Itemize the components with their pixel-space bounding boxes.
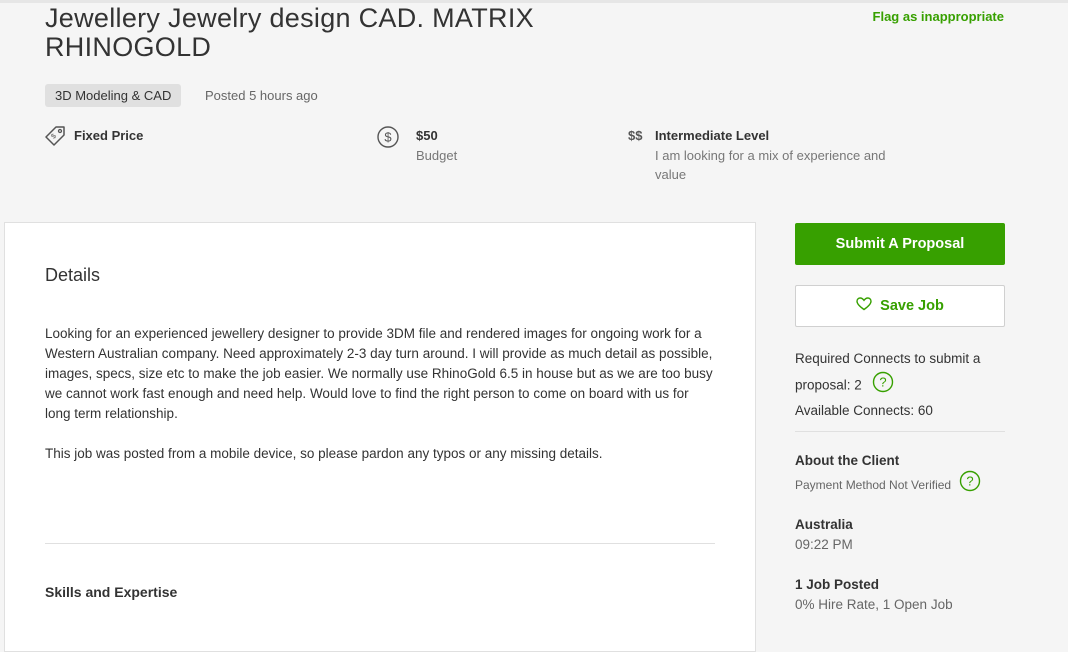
- experience-level-icon: $$: [628, 128, 643, 143]
- sidebar-divider: [795, 431, 1005, 432]
- save-job-label: Save Job: [880, 298, 944, 314]
- price-type: Fixed Price: [74, 128, 144, 143]
- svg-text:?: ?: [966, 474, 973, 489]
- budget-value: $50: [416, 128, 438, 143]
- details-divider: [45, 543, 715, 544]
- category-badge[interactable]: 3D Modeling & CAD: [45, 84, 182, 107]
- save-job-button[interactable]: Save Job: [795, 285, 1005, 327]
- help-icon[interactable]: ?: [872, 371, 894, 401]
- flag-inappropriate-link[interactable]: Flag as inappropriate: [873, 9, 1004, 24]
- mobile-note: This job was posted from a mobile device…: [45, 446, 603, 461]
- experience-level-description: I am looking for a mix of experience and…: [655, 148, 886, 182]
- client-hire-rate: 0% Hire Rate, 1 Open Job: [795, 597, 953, 612]
- details-card: Details Looking for an experienced jewel…: [4, 222, 756, 652]
- heart-icon: [856, 297, 872, 315]
- payment-status: Payment Method Not Verified ?: [795, 470, 981, 495]
- svg-text:$: $: [384, 130, 392, 145]
- about-client-heading: About the Client: [795, 453, 900, 468]
- experience-level: Intermediate Level: [655, 128, 770, 143]
- skills-heading: Skills and Expertise: [45, 584, 178, 600]
- client-jobs-posted: 1 Job Posted: [795, 577, 880, 592]
- job-title: Jewellery Jewelry design CAD. MATRIX RHI…: [45, 3, 534, 62]
- client-country: Australia: [795, 517, 853, 532]
- price-tag-icon: $: [44, 125, 66, 152]
- svg-text:?: ?: [879, 375, 886, 390]
- job-description: Looking for an experienced jewellery des…: [45, 326, 713, 421]
- job-header: Jewellery Jewelry design CAD. MATRIX RHI…: [0, 0, 1068, 222]
- connects-info: Required Connects to submit a proposal: …: [795, 347, 1005, 421]
- budget-label: Budget: [416, 148, 458, 163]
- submit-proposal-button[interactable]: Submit A Proposal: [795, 223, 1005, 265]
- details-heading: Details: [45, 265, 101, 285]
- posted-time: Posted 5 hours ago: [205, 88, 318, 103]
- available-connects: Available Connects: 60: [795, 403, 933, 418]
- payment-status-text: Payment Method Not Verified: [795, 477, 952, 492]
- help-icon[interactable]: ?: [959, 470, 981, 495]
- svg-text:$: $: [50, 133, 58, 141]
- client-local-time: 09:22 PM: [795, 537, 853, 552]
- dollar-circle-icon: $: [376, 125, 400, 154]
